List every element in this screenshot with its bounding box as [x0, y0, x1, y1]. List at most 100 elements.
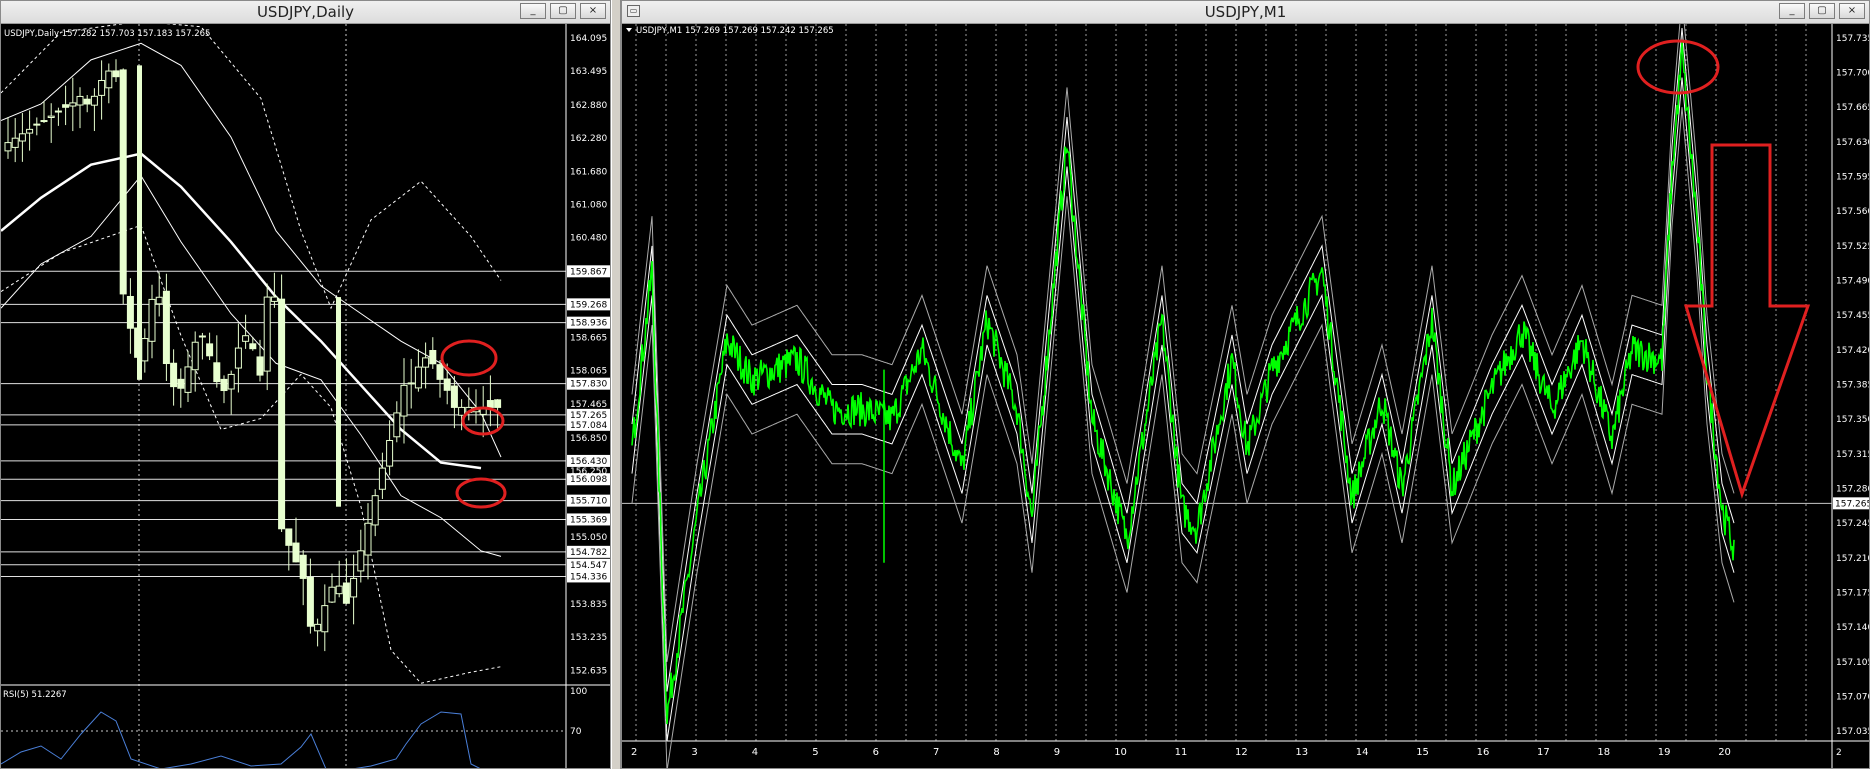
close-button[interactable]: × [580, 3, 606, 19]
chart-background [622, 24, 1869, 768]
candle-body [364, 522, 372, 556]
candle-body [285, 528, 293, 546]
price-axis-label: 157.830 [570, 380, 607, 390]
price-axis-label: 157.630 [1836, 138, 1869, 148]
candle-body [357, 550, 365, 572]
minimize-button[interactable]: _ [1779, 3, 1805, 19]
close-button[interactable]: × [1839, 3, 1865, 19]
candle-body [292, 542, 300, 563]
price-axis-label: 162.280 [570, 134, 607, 144]
price-axis-label: 161.680 [570, 167, 607, 177]
m1-window-title: USDJPY,M1 [1204, 3, 1287, 21]
candle-body [206, 343, 214, 357]
maximize-button[interactable]: ▢ [550, 3, 576, 19]
price-axis-label: 153.835 [570, 600, 607, 610]
daily-chart-window[interactable]: USDJPY,Daily _ ▢ × 164.095 163.495 162.880… [0, 0, 611, 769]
price-axis-label: 164.095 [570, 34, 607, 44]
candle-body [177, 378, 185, 389]
price-axis-label: 157.490 [1836, 277, 1869, 287]
window-splitter[interactable] [611, 0, 621, 769]
price-axis-label: 157.175 [1836, 588, 1869, 598]
time-axis-label: 4 [752, 747, 758, 758]
candle-body [213, 362, 221, 383]
candle-body [112, 70, 120, 78]
candle-body [321, 605, 329, 633]
candle-body [11, 137, 19, 148]
price-axis-label: 157.465 [570, 400, 607, 410]
candle-body [249, 343, 257, 350]
price-axis-label: 157.700 [1836, 69, 1869, 79]
candle-body [336, 297, 341, 507]
candle-body [76, 95, 84, 106]
m1-chart-window[interactable]: ▭ USDJPY,M1 _ ▢ × 157.735157.700157.6651… [621, 0, 1870, 769]
minimize-button[interactable]: _ [520, 3, 546, 19]
price-axis-label: 158.665 [570, 334, 607, 344]
time-axis-label: 5 [812, 747, 818, 758]
price-axis-label: 162.880 [570, 101, 607, 111]
price-axis-label: 157.070 [1836, 692, 1869, 702]
m1-chart-canvas[interactable]: 157.735 157.700 157.665 157.630 157.595 157.5… [622, 24, 1869, 769]
maximize-button[interactable]: ▢ [1809, 3, 1835, 19]
candle-body [335, 585, 343, 595]
candle-body [429, 349, 437, 365]
time-axis-label: 13 [1295, 747, 1308, 758]
price-axis-label: 155.710 [570, 497, 607, 507]
price-axis-label: 155.369 [570, 515, 607, 525]
time-axis-label: 6 [873, 747, 879, 758]
candle-body [342, 582, 350, 604]
price-axis-label: 157.525 [1836, 242, 1869, 252]
candle-body [386, 440, 394, 467]
daily-window-title: USDJPY,Daily [256, 3, 355, 21]
current-price-label: 157.265 [1835, 499, 1869, 509]
candle-body [155, 296, 163, 305]
chart-info-label: USDJPY,M1 157.269 157.269 157.242 157.26… [636, 26, 834, 36]
candle-body [54, 110, 62, 113]
candle-body [162, 290, 170, 365]
candle-body [4, 142, 12, 152]
candle-body [299, 554, 307, 579]
time-axis-label: 16 [1477, 747, 1490, 758]
candle-body [494, 399, 502, 408]
candle-body [414, 366, 422, 389]
candle-body [407, 382, 415, 385]
candle-body [242, 335, 250, 342]
candle-body [270, 296, 278, 302]
candle-body [126, 295, 134, 329]
candle-body [458, 406, 466, 416]
price-axis-label: 157.420 [1836, 346, 1869, 356]
candle-body [18, 133, 26, 142]
price-axis-label: 157.280 [1836, 484, 1869, 494]
candle-body [378, 467, 386, 490]
price-axis-label: 155.050 [570, 533, 607, 543]
price-axis-label: 157.735 [1836, 34, 1869, 44]
candle-body [62, 104, 70, 108]
price-axis-label: 157.455 [1836, 311, 1869, 321]
candle-body [141, 338, 149, 362]
candle-body [371, 495, 379, 526]
time-axis-label: 8 [993, 747, 999, 758]
candle-body [105, 70, 113, 89]
m1-titlebar[interactable]: ▭ USDJPY,M1 _ ▢ × [622, 1, 1869, 24]
time-axis-label: 9 [1054, 747, 1060, 758]
candle-body [26, 128, 34, 134]
candle-body [184, 366, 192, 393]
rsi-level-label: 100 [570, 687, 587, 697]
chart-info-label: USDJPY,Daily 157.282 157.703 157.183 157… [4, 29, 210, 39]
candle-body [119, 69, 127, 295]
daily-titlebar[interactable]: USDJPY,Daily _ ▢ × [1, 1, 610, 24]
rsi-label: RSI(5) 51.2267 [3, 690, 67, 700]
candle-body [83, 98, 91, 105]
candle-body [328, 586, 336, 603]
price-axis-label: 154.547 [570, 561, 607, 571]
candle-body [350, 577, 358, 598]
time-axis-corner-label: 2 [1836, 748, 1842, 758]
candle-body [314, 623, 322, 632]
candle-body [393, 412, 401, 438]
price-axis-label: 154.782 [570, 548, 607, 558]
candle-body [443, 378, 451, 391]
time-axis-label: 15 [1416, 747, 1429, 758]
daily-chart-canvas[interactable]: 164.095 163.495 162.880 162.280 161.680 161.0… [1, 24, 610, 769]
candle-body [278, 298, 286, 530]
candle-body [450, 385, 458, 408]
candle-body [98, 79, 106, 96]
